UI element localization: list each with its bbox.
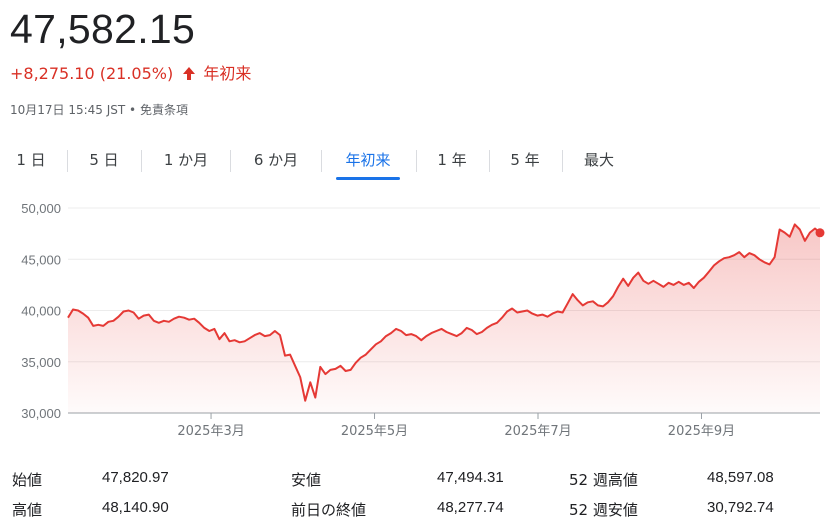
- price-change: +8,275.10 (21.05%): [10, 64, 174, 83]
- stat-value-prev-close: 48,277.74: [437, 499, 504, 516]
- period-label: 年初来: [203, 64, 252, 83]
- tab-divider: [67, 150, 68, 172]
- y-tick-label: 30,000: [21, 406, 61, 421]
- stat-label-52w-low: 52 週安値: [569, 501, 638, 519]
- tab-divider: [141, 150, 142, 172]
- y-tick-label: 35,000: [21, 355, 61, 370]
- x-tick-label: 2025年5月: [341, 424, 408, 439]
- stat-value-52w-low: 30,792.74: [707, 499, 774, 516]
- tab-1-day[interactable]: 1 日: [14, 144, 48, 178]
- tab-1-year[interactable]: 1 年: [434, 144, 470, 178]
- stat-value-open: 47,820.97: [102, 469, 169, 486]
- tab-divider: [321, 150, 322, 172]
- tab-5-year[interactable]: 5 年: [507, 144, 543, 178]
- tab-5-day[interactable]: 5 日: [86, 144, 122, 178]
- stat-value-high: 48,140.90: [102, 499, 169, 516]
- arrow-up-icon: [182, 64, 196, 88]
- x-tick-label: 2025年7月: [504, 424, 571, 439]
- tab-divider: [230, 150, 231, 172]
- stat-label-prev-close: 前日の終値: [291, 501, 367, 519]
- y-tick-label: 45,000: [21, 252, 61, 267]
- stat-label-low: 安値: [291, 471, 322, 489]
- stat-label-high: 高値: [12, 501, 43, 519]
- timestamp-disclaimer: 10月17日 15:45 JST • 免責条項: [10, 103, 188, 117]
- current-price: 47,582.15: [10, 6, 196, 52]
- tab-6-month[interactable]: 6 か月: [248, 144, 304, 178]
- y-tick-label: 50,000: [21, 201, 61, 216]
- range-tabs: 1 日 5 日 1 か月 6 か月 年初来 1 年 5 年 最大: [0, 144, 832, 180]
- price-change-row: +8,275.10 (21.05%) 年初来: [10, 62, 251, 88]
- tab-1-month[interactable]: 1 か月: [158, 144, 214, 178]
- tab-ytd[interactable]: 年初来: [336, 144, 400, 180]
- price-area-fill: [68, 224, 820, 413]
- tab-divider: [562, 150, 563, 172]
- x-tick-label: 2025年3月: [177, 424, 244, 439]
- active-tab-indicator: [336, 177, 400, 180]
- stat-label-52w-high: 52 週高値: [569, 471, 638, 489]
- x-tick-label: 2025年9月: [668, 424, 735, 439]
- stat-label-open: 始値: [12, 471, 43, 489]
- last-price-point: [815, 228, 825, 238]
- tab-divider: [416, 150, 417, 172]
- stat-value-52w-high: 48,597.08: [707, 469, 774, 486]
- price-chart[interactable]: 50,000 45,000 40,000 35,000 30,000 2025年3月 202…: [0, 195, 832, 445]
- tab-divider: [489, 150, 490, 172]
- stat-value-low: 47,494.31: [437, 469, 504, 486]
- y-tick-label: 40,000: [21, 304, 61, 319]
- tab-max[interactable]: 最大: [580, 144, 618, 178]
